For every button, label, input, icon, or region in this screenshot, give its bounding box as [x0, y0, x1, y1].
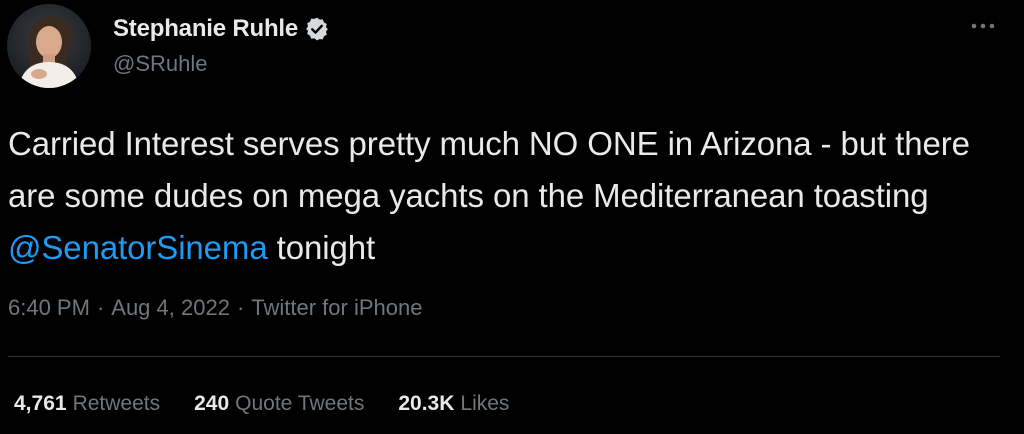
- meta-separator: ·: [96, 295, 105, 320]
- mention-link[interactable]: @SenatorSinema: [8, 229, 268, 266]
- tweet-stats: 4,761 Retweets 240 Quote Tweets 20.3K Li…: [14, 392, 543, 416]
- divider: [8, 356, 1000, 357]
- display-name[interactable]: Stephanie Ruhle: [113, 15, 298, 43]
- retweets-label: Retweets: [72, 392, 161, 415]
- tweet-text-part2: tonight: [267, 229, 376, 266]
- likes-label: Likes: [460, 392, 510, 415]
- name-row: Stephanie Ruhle: [113, 13, 330, 45]
- quote-tweets-count: 240: [194, 392, 230, 415]
- tweet-card: Stephanie Ruhle @SRuhle Carried Interest…: [0, 0, 1024, 434]
- likes-stat[interactable]: 20.3K Likes: [398, 392, 509, 416]
- verified-badge-icon: [304, 16, 330, 42]
- tweet-text-part1: Carried Interest serves pretty much NO O…: [8, 125, 970, 214]
- meta-separator: ·: [236, 295, 245, 320]
- avatar-image: [7, 4, 91, 88]
- tweet-text: Carried Interest serves pretty much NO O…: [8, 118, 1008, 274]
- tweet-time[interactable]: 6:40 PM: [8, 295, 90, 321]
- likes-count: 20.3K: [398, 392, 455, 415]
- handle[interactable]: @SRuhle: [113, 51, 330, 77]
- avatar[interactable]: [7, 4, 91, 88]
- tweet-header: Stephanie Ruhle @SRuhle: [113, 13, 330, 77]
- more-options-icon[interactable]: [968, 14, 998, 38]
- tweet-date[interactable]: Aug 4, 2022: [111, 295, 230, 321]
- tweet-meta: 6:40 PM · Aug 4, 2022 · Twitter for iPho…: [8, 295, 422, 321]
- quote-tweets-stat[interactable]: 240 Quote Tweets: [194, 392, 364, 416]
- retweets-stat[interactable]: 4,761 Retweets: [14, 392, 160, 416]
- retweets-count: 4,761: [14, 392, 67, 415]
- quote-tweets-label: Quote Tweets: [235, 392, 365, 415]
- tweet-source[interactable]: Twitter for iPhone: [251, 295, 422, 321]
